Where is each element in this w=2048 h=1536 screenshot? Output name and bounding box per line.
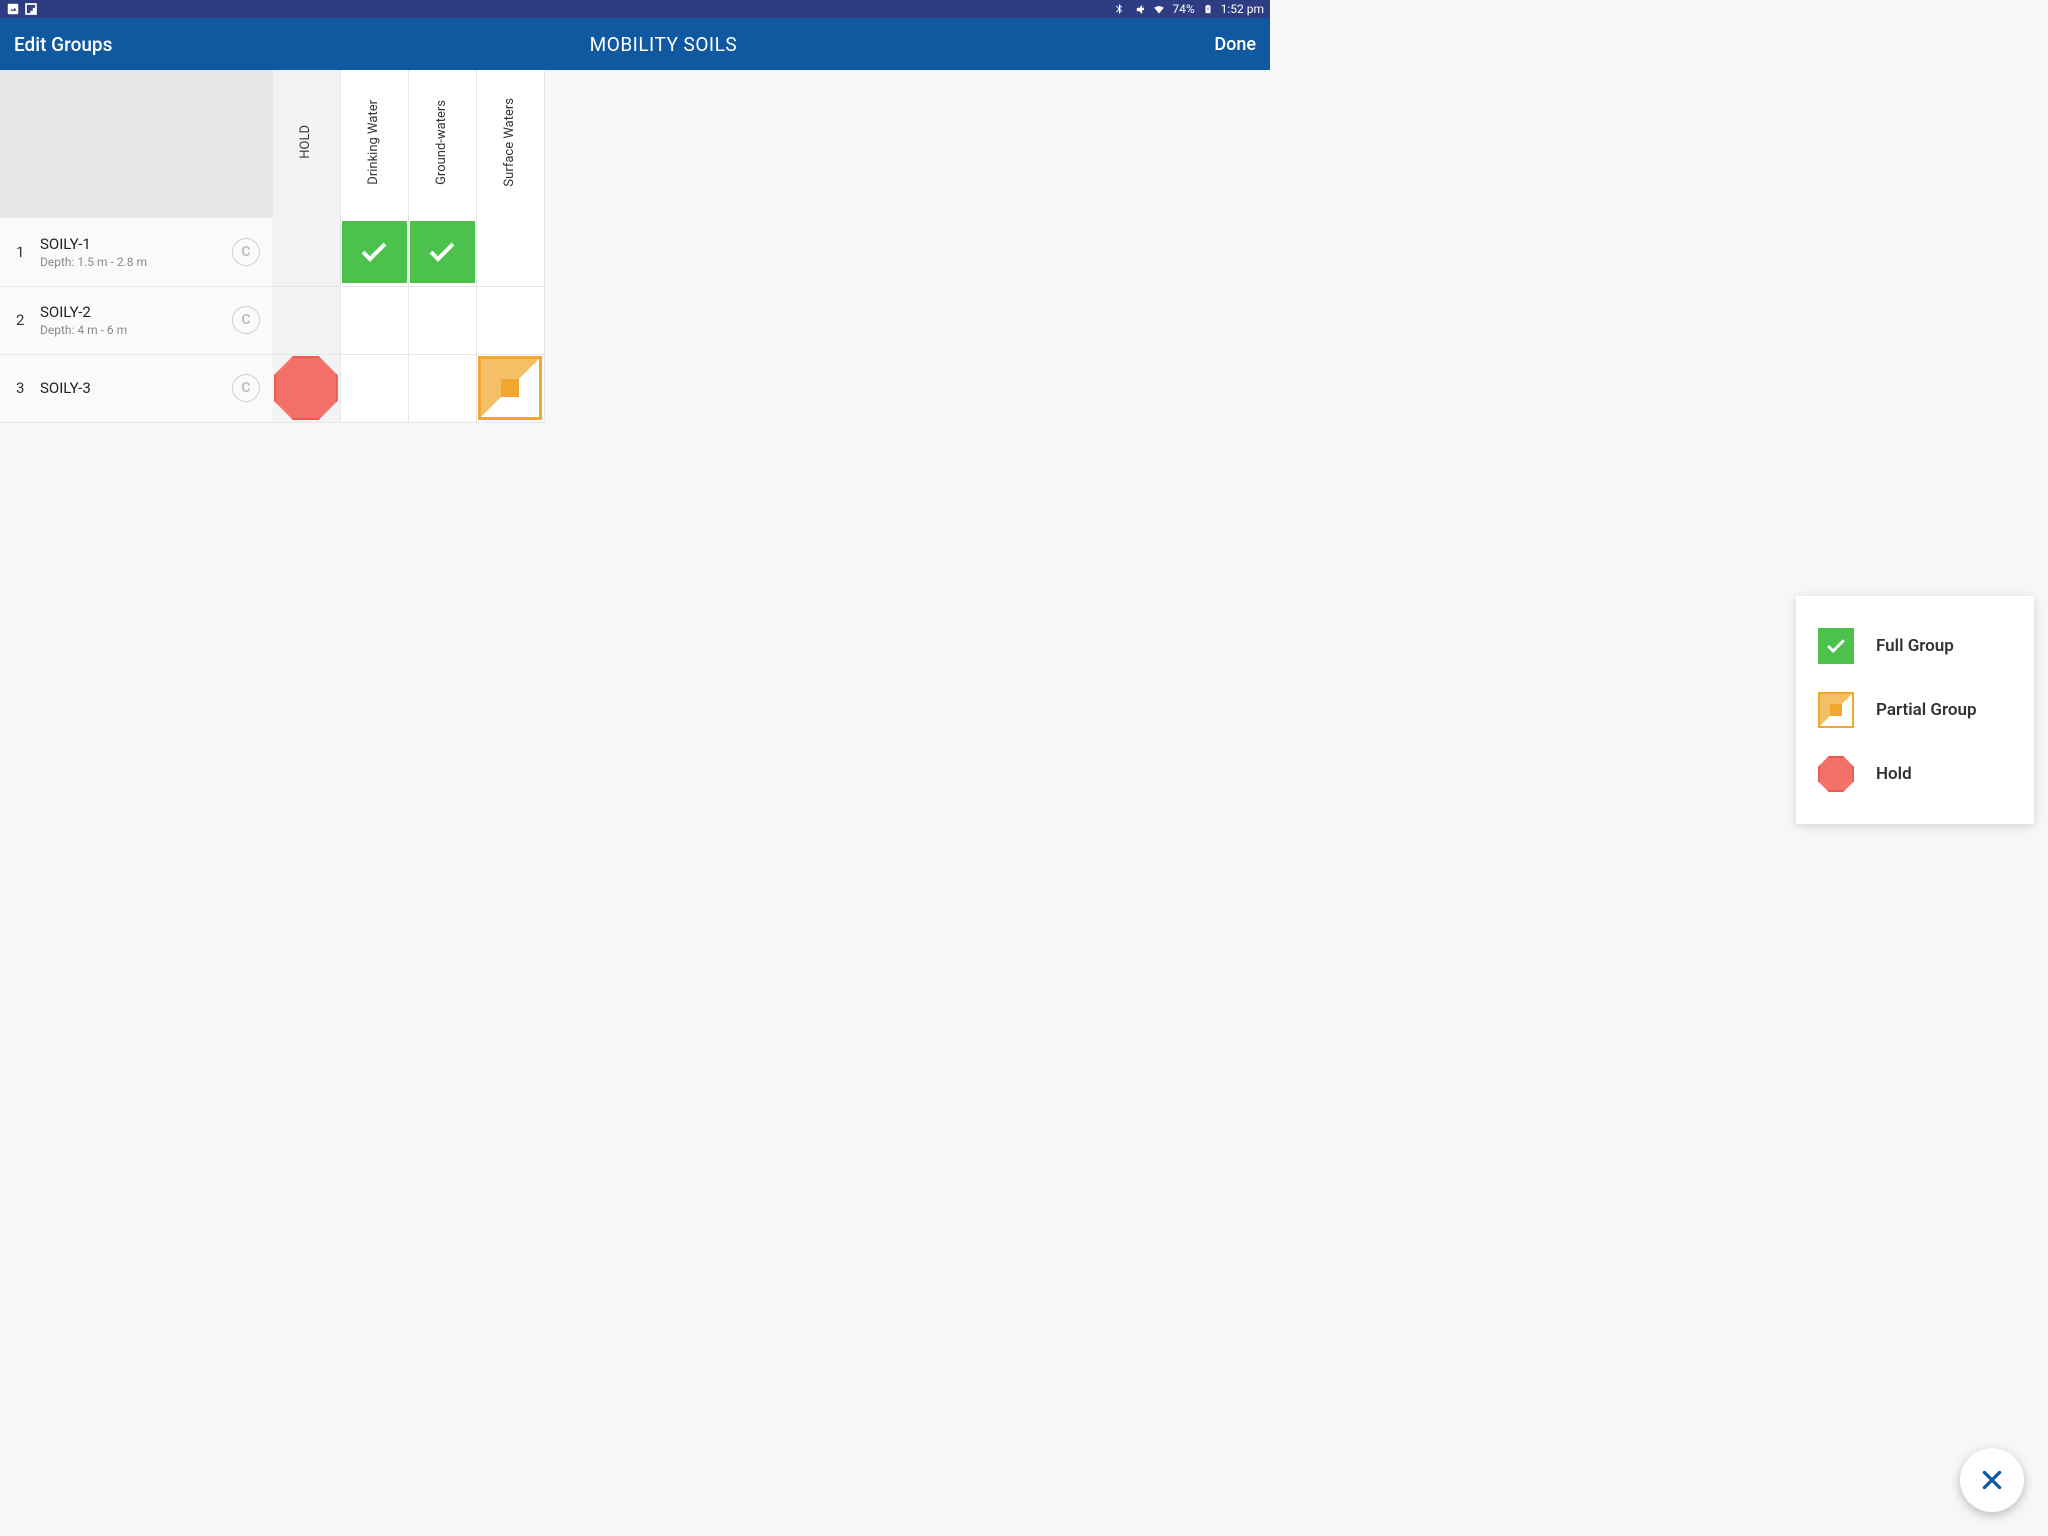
close-icon <box>1979 1467 2005 1493</box>
row-header-soily-3[interactable]: 3 SOILY-3 C <box>0 354 272 422</box>
c-badge[interactable]: C <box>232 306 260 334</box>
row-number: 1 <box>16 243 36 261</box>
row-title: SOILY-3 <box>40 379 232 397</box>
cell-hold[interactable] <box>272 218 340 286</box>
cell-surface-waters[interactable] <box>476 218 544 286</box>
column-header-hold[interactable]: HOLD <box>272 70 340 218</box>
close-fab[interactable] <box>1960 1448 2024 1512</box>
cell-surface-waters[interactable] <box>476 354 544 422</box>
cell-surface-waters[interactable] <box>476 286 544 354</box>
row-subtitle: Depth: 1.5 m - 2.8 m <box>40 255 232 269</box>
done-button[interactable]: Done <box>1214 34 1256 55</box>
cell-drinking-water[interactable] <box>340 218 408 286</box>
legend-label: Partial Group <box>1876 700 1977 720</box>
table-row: 3 SOILY-3 C <box>0 354 544 422</box>
full-group-icon <box>1818 628 1854 664</box>
row-number: 3 <box>16 379 36 397</box>
partial-group-icon <box>1818 692 1854 728</box>
gallery-icon <box>6 2 20 16</box>
clock-text: 1:52 pm <box>1221 2 1264 16</box>
android-status-bar: 74% 1:52 pm <box>0 0 1270 18</box>
cell-hold[interactable] <box>272 286 340 354</box>
cell-drinking-water[interactable] <box>340 354 408 422</box>
cell-groundwaters[interactable] <box>408 218 476 286</box>
legend-card: Full Group Partial Group Hold <box>1796 596 2034 824</box>
legend-label: Hold <box>1876 764 1912 784</box>
row-header-soily-2[interactable]: 2 SOILY-2 Depth: 4 m - 6 m C <box>0 286 272 354</box>
column-label: HOLD <box>298 125 314 159</box>
column-header-surface-waters[interactable]: Surface Waters <box>476 70 544 218</box>
wifi-icon <box>1152 2 1166 16</box>
legend-item-full: Full Group <box>1818 614 2012 678</box>
hold-marker <box>274 356 338 420</box>
row-header-soily-1[interactable]: 1 SOILY-1 Depth: 1.5 m - 2.8 m C <box>0 218 272 286</box>
cell-groundwaters[interactable] <box>408 286 476 354</box>
edit-groups-button[interactable]: Edit Groups <box>14 33 112 56</box>
legend-item-partial: Partial Group <box>1818 678 2012 742</box>
c-badge[interactable]: C <box>232 374 260 402</box>
check-icon <box>428 241 456 263</box>
column-label: Drinking Water <box>366 100 382 185</box>
mute-icon <box>1132 2 1146 16</box>
legend-label: Full Group <box>1876 636 1954 656</box>
column-header-drinking-water[interactable]: Drinking Water <box>340 70 408 218</box>
battery-percent: 74% <box>1172 2 1194 16</box>
row-subtitle: Depth: 4 m - 6 m <box>40 323 232 337</box>
check-icon <box>1826 638 1846 654</box>
legend-item-hold: Hold <box>1818 742 2012 806</box>
cell-drinking-water[interactable] <box>340 286 408 354</box>
app-bar: Edit Groups MOBILITY SOILS Done <box>0 18 1270 70</box>
table-row: 1 SOILY-1 Depth: 1.5 m - 2.8 m C <box>0 218 544 286</box>
full-group-marker <box>410 221 475 283</box>
page-title: MOBILITY SOILS <box>112 33 1214 56</box>
battery-charging-icon <box>1201 2 1215 16</box>
row-title: SOILY-1 <box>40 235 232 253</box>
column-label: Surface Waters <box>502 98 518 187</box>
table-corner <box>0 70 272 218</box>
cell-groundwaters[interactable] <box>408 354 476 422</box>
partial-group-marker <box>478 356 542 420</box>
hold-icon <box>1818 756 1854 792</box>
groups-matrix-table: HOLD Drinking Water Ground-waters Surfac… <box>0 70 545 423</box>
c-badge[interactable]: C <box>232 238 260 266</box>
table-row: 2 SOILY-2 Depth: 4 m - 6 m C <box>0 286 544 354</box>
cell-hold[interactable] <box>272 354 340 422</box>
row-number: 2 <box>16 311 36 329</box>
bluetooth-icon <box>1112 2 1126 16</box>
check-icon <box>360 241 388 263</box>
flipboard-icon <box>24 2 38 16</box>
row-title: SOILY-2 <box>40 303 232 321</box>
full-group-marker <box>342 221 407 283</box>
column-header-groundwaters[interactable]: Ground-waters <box>408 70 476 218</box>
column-label: Ground-waters <box>434 100 450 185</box>
